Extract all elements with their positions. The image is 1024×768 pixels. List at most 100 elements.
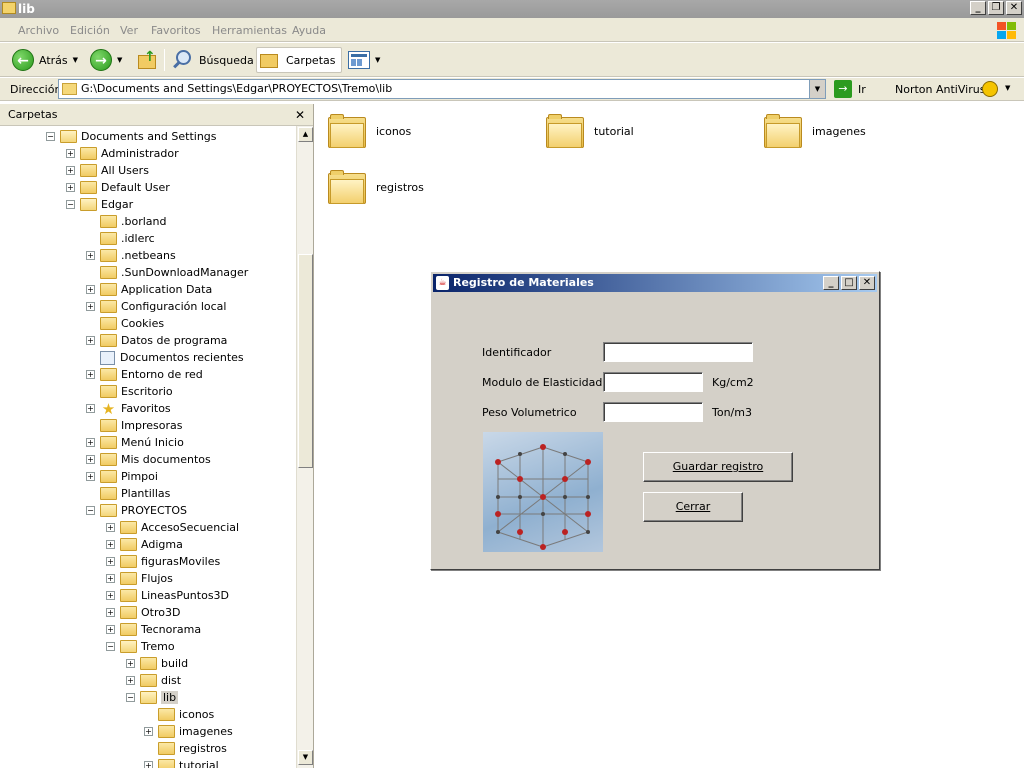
tree-item[interactable]: Impresoras (86, 417, 182, 434)
modulo-elasticidad-input[interactable] (603, 372, 703, 392)
tree-item[interactable]: + Mis documentos (86, 451, 211, 468)
tree-item[interactable]: + tutorial (144, 757, 219, 768)
tree-scrollbar[interactable]: ▲ ▼ (296, 126, 313, 768)
expand-icon[interactable]: + (144, 727, 153, 736)
dialog-maximize-button[interactable]: □ (841, 276, 857, 290)
tree-item[interactable]: + Otro3D (106, 604, 180, 621)
folder-item-iconos[interactable]: iconos (328, 114, 411, 148)
address-input[interactable]: G:\Documents and Settings\Edgar\PROYECTO… (58, 79, 826, 99)
folder-item-tutorial[interactable]: tutorial (546, 114, 634, 148)
tree-item[interactable]: Plantillas (86, 485, 170, 502)
restore-button[interactable]: ❐ (988, 1, 1004, 15)
menu-herramientas[interactable]: Herramientas (212, 24, 287, 37)
views-button[interactable]: ▼ (348, 47, 380, 73)
menu-ayuda[interactable]: Ayuda (292, 24, 326, 37)
expand-icon[interactable]: + (86, 251, 95, 260)
tree-item[interactable]: + imagenes (144, 723, 233, 740)
expand-icon[interactable]: + (106, 625, 115, 634)
tree-item[interactable]: Escritorio (86, 383, 173, 400)
search-button[interactable]: Búsqueda (172, 47, 254, 73)
tree-item[interactable]: Cookies (86, 315, 164, 332)
tree-item[interactable]: .SunDownloadManager (86, 264, 248, 281)
tree-item[interactable]: + Adigma (106, 536, 183, 553)
tree-item[interactable]: + Menú Inicio (86, 434, 184, 451)
expand-icon[interactable]: + (86, 336, 95, 345)
tree-item[interactable]: + ★ Favoritos (86, 400, 171, 418)
expand-icon[interactable]: + (86, 370, 95, 379)
tree-item[interactable]: + Application Data (86, 281, 212, 298)
expand-icon[interactable]: + (126, 676, 135, 685)
scroll-up-button[interactable]: ▲ (298, 127, 313, 142)
expand-icon[interactable]: + (86, 438, 95, 447)
expand-icon[interactable]: + (86, 302, 95, 311)
go-button[interactable]: → Ir (834, 80, 866, 98)
menu-ver[interactable]: Ver (120, 24, 138, 37)
menu-archivo[interactable]: Archivo (18, 24, 59, 37)
expand-icon[interactable]: + (66, 183, 75, 192)
collapse-icon[interactable]: − (126, 693, 135, 702)
tree-item[interactable]: + Pimpoi (86, 468, 158, 485)
expand-icon[interactable]: + (106, 540, 115, 549)
norton-icon[interactable] (982, 81, 998, 97)
collapse-icon[interactable]: − (86, 506, 95, 515)
chevron-down-icon[interactable]: ▼ (375, 56, 380, 64)
chevron-down-icon[interactable]: ▼ (117, 56, 122, 64)
window-title-bar[interactable]: lib _ ❐ ✕ (0, 0, 1024, 18)
tree-item[interactable]: + LineasPuntos3D (106, 587, 229, 604)
expand-icon[interactable]: + (106, 523, 115, 532)
expand-icon[interactable]: + (86, 285, 95, 294)
back-button[interactable]: ← Atrás ▼ (12, 47, 78, 73)
tree-item[interactable]: .idlerc (86, 230, 155, 247)
tree-item[interactable]: − Edgar (66, 196, 133, 213)
cerrar-button[interactable]: Cerrar (643, 492, 743, 522)
tree-item[interactable]: + Administrador (66, 145, 179, 162)
scroll-thumb[interactable] (298, 254, 313, 468)
chevron-down-icon[interactable]: ▼ (1005, 84, 1010, 92)
minimize-button[interactable]: _ (970, 1, 986, 15)
expand-icon[interactable]: + (106, 591, 115, 600)
guardar-registro-button[interactable]: Guardar registro (643, 452, 793, 482)
tree-item[interactable]: + Datos de programa (86, 332, 227, 349)
tree-item[interactable]: + Flujos (106, 570, 173, 587)
expand-icon[interactable]: + (86, 455, 95, 464)
expand-icon[interactable]: + (86, 472, 95, 481)
peso-volumetrico-input[interactable] (603, 402, 703, 422)
menu-edicion[interactable]: Edición (70, 24, 110, 37)
tree-item[interactable]: + build (126, 655, 188, 672)
tree-item[interactable]: + AccesoSecuencial (106, 519, 239, 536)
menu-favoritos[interactable]: Favoritos (151, 24, 201, 37)
folder-item-registros[interactable]: registros (328, 170, 424, 204)
expand-icon[interactable]: + (106, 608, 115, 617)
tree-item[interactable]: + Default User (66, 179, 170, 196)
tree-item[interactable]: + All Users (66, 162, 149, 179)
expand-icon[interactable]: + (66, 166, 75, 175)
tree-item[interactable]: Documentos recientes (86, 349, 244, 366)
tree-item[interactable]: − Tremo (106, 638, 175, 655)
identificador-input[interactable] (603, 342, 753, 362)
tree-item[interactable]: − PROYECTOS (86, 502, 187, 519)
tree-item[interactable]: + .netbeans (86, 247, 176, 264)
tree-item[interactable]: + dist (126, 672, 181, 689)
tree-item[interactable]: + Configuración local (86, 298, 226, 315)
expand-icon[interactable]: + (66, 149, 75, 158)
folders-button[interactable]: Carpetas (256, 47, 343, 73)
tree-item[interactable]: + figurasMoviles (106, 553, 220, 570)
expand-icon[interactable]: + (144, 761, 153, 768)
forward-button[interactable]: → ▼ (90, 47, 122, 73)
expand-icon[interactable]: + (106, 574, 115, 583)
tree-item[interactable]: − Documents and Settings (46, 128, 217, 145)
expand-icon[interactable]: + (126, 659, 135, 668)
expand-icon[interactable]: + (106, 557, 115, 566)
up-folder-button[interactable]: ↑ (136, 47, 158, 73)
address-dropdown-button[interactable]: ▼ (809, 80, 825, 98)
dialog-title-bar[interactable]: ☕ Registro de Materiales _ □ ✕ (433, 274, 877, 292)
folder-item-imagenes[interactable]: imagenes (764, 114, 866, 148)
close-pane-icon[interactable]: ✕ (295, 104, 305, 126)
scroll-down-button[interactable]: ▼ (298, 750, 313, 765)
tree-item[interactable]: iconos (144, 706, 214, 723)
norton-antivirus-label[interactable]: Norton AntiVirus (895, 83, 985, 96)
chevron-down-icon[interactable]: ▼ (73, 56, 78, 64)
expand-icon[interactable]: + (86, 404, 95, 413)
close-button[interactable]: ✕ (1006, 1, 1022, 15)
tree-item[interactable]: .borland (86, 213, 166, 230)
